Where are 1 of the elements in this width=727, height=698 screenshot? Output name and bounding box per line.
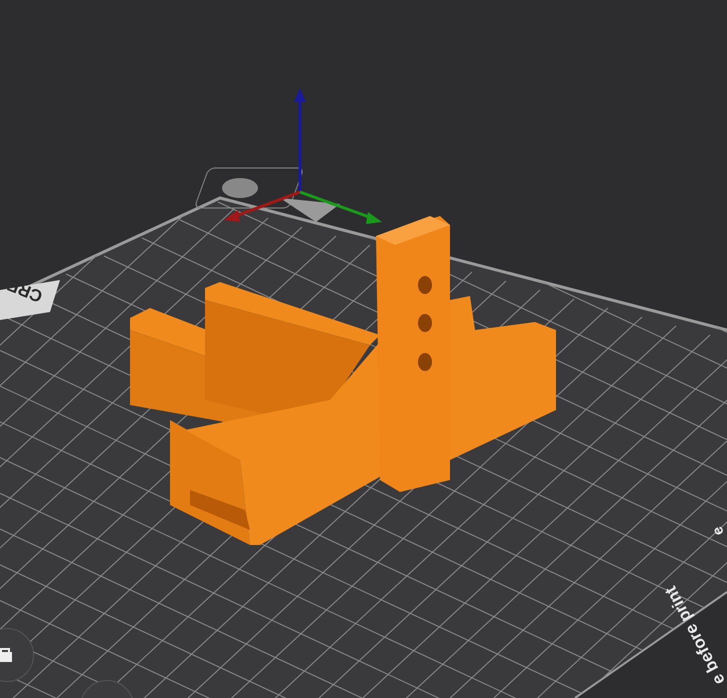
bed-label: e <box>708 524 727 538</box>
